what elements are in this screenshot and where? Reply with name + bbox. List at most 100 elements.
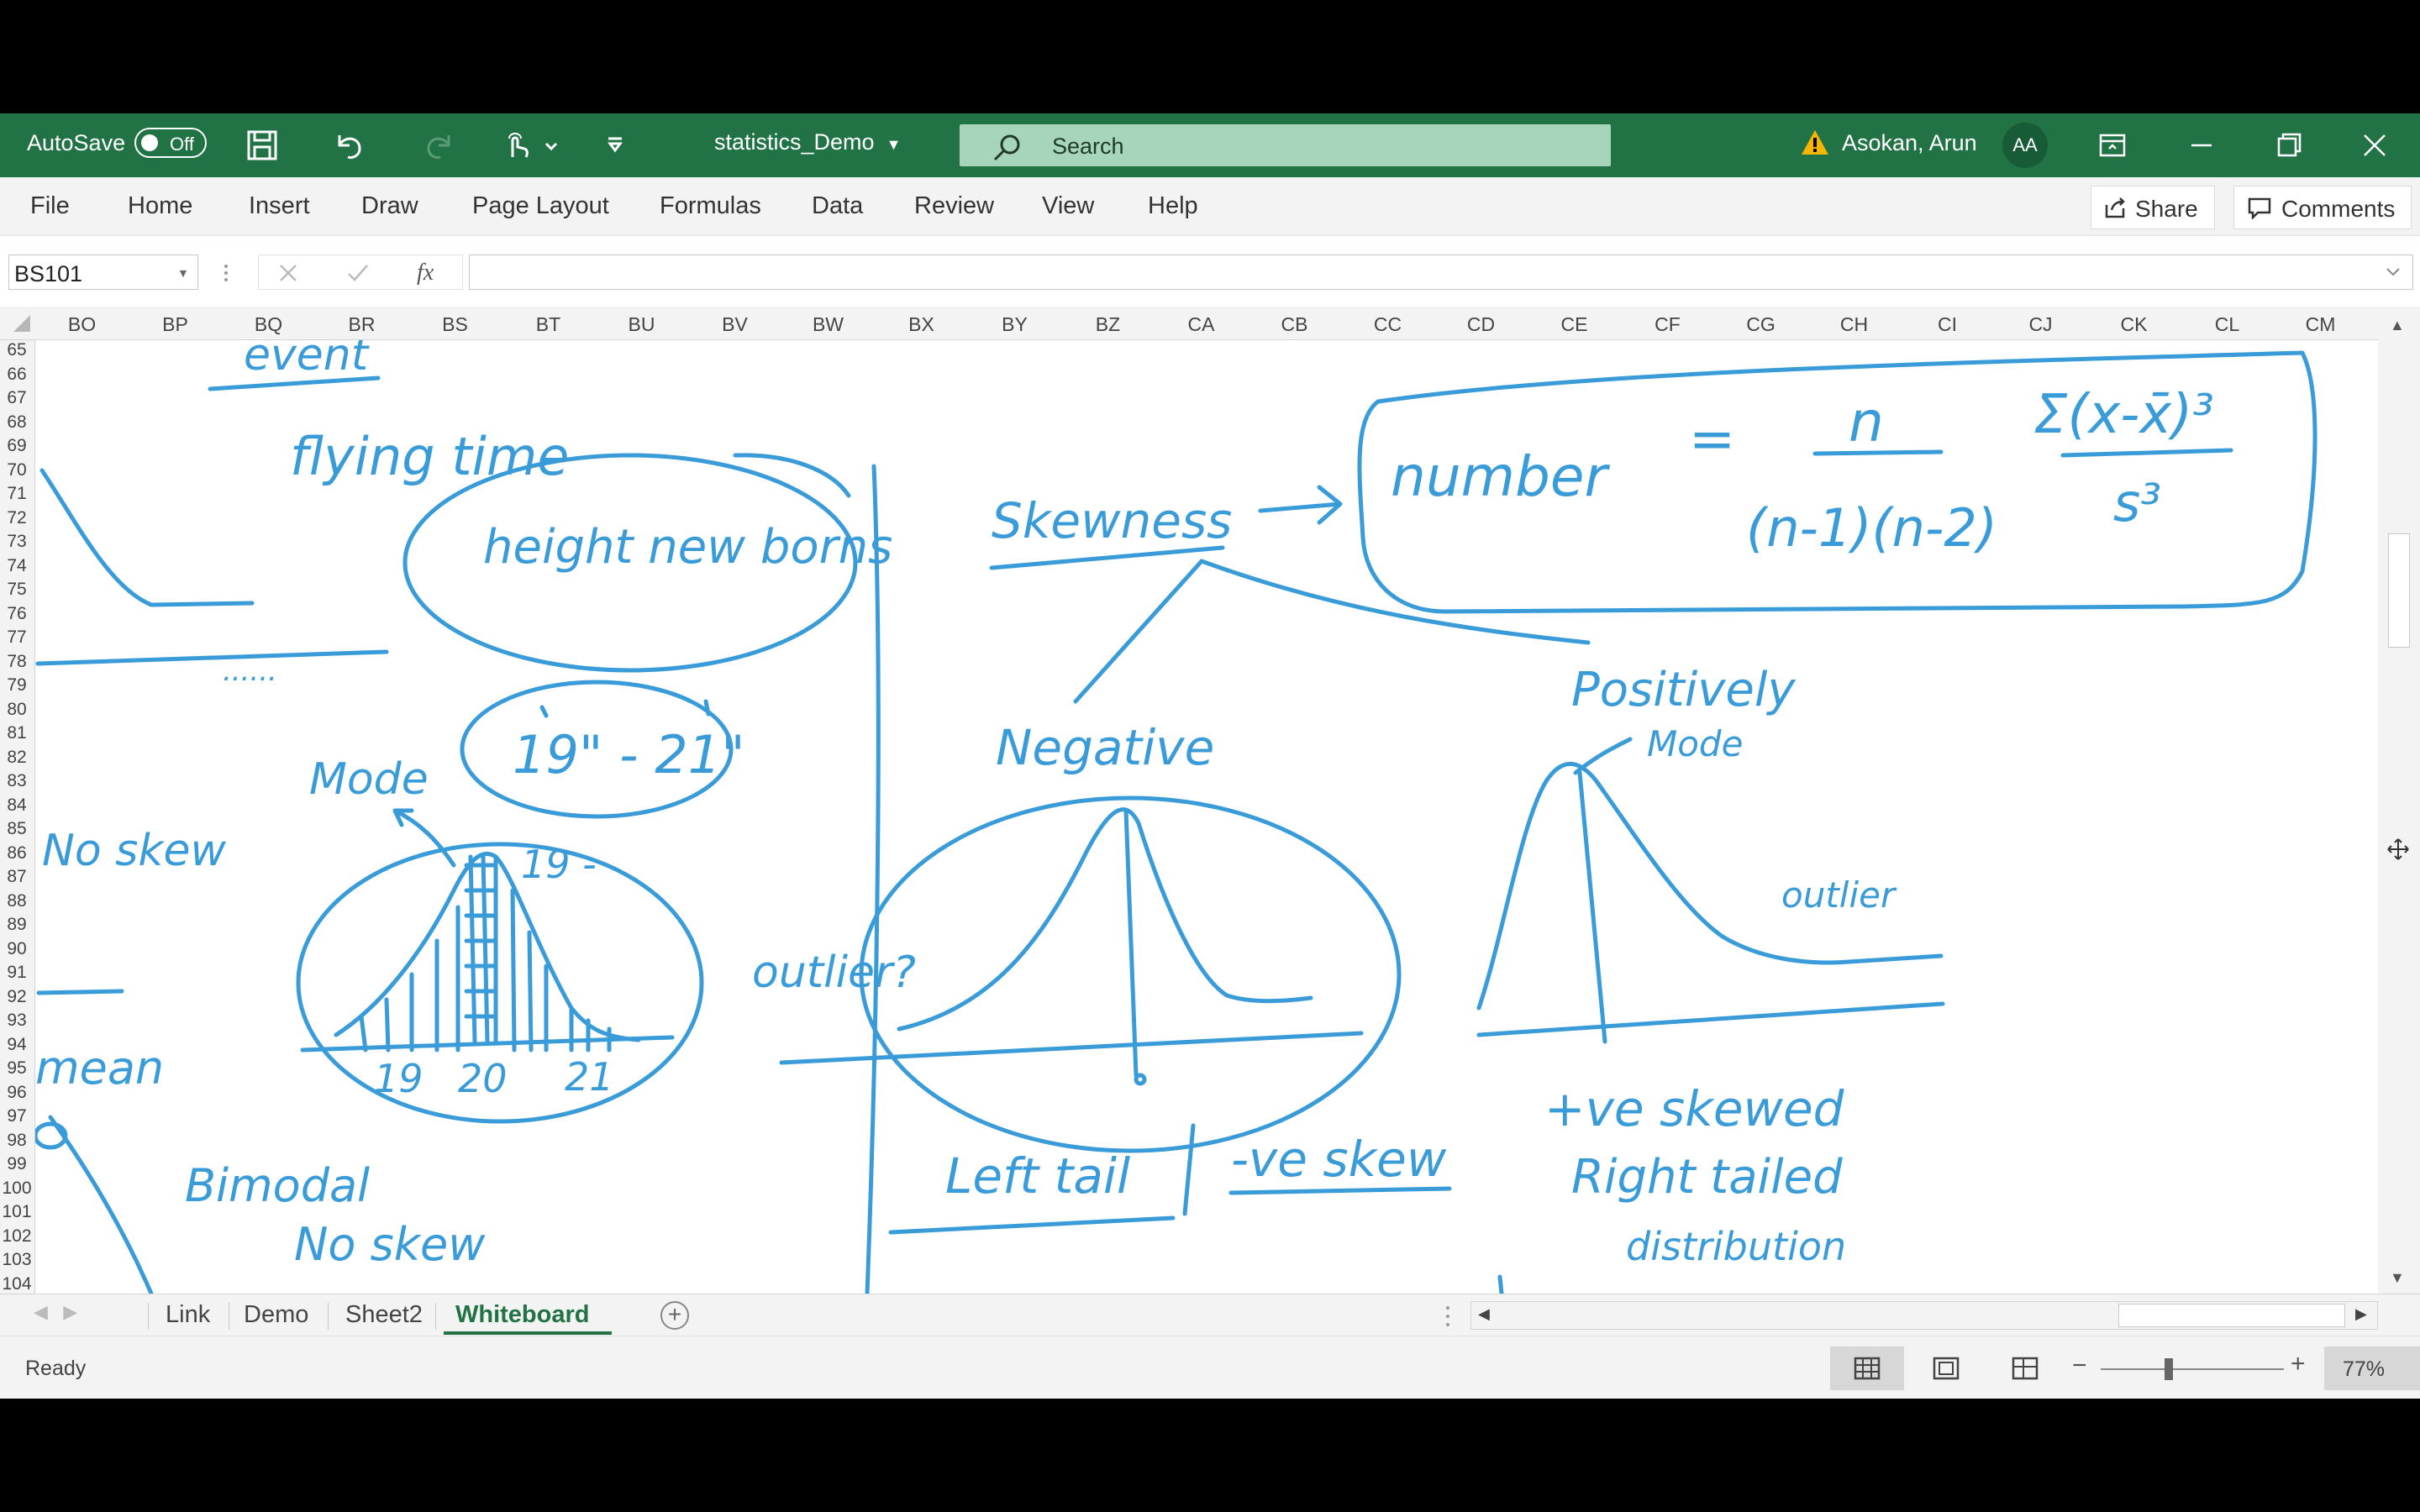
avatar[interactable]: AA bbox=[2002, 123, 2048, 168]
worksheet-canvas[interactable]: event flying time height new borns .....… bbox=[35, 340, 2378, 1294]
sheet-tab-sheet2[interactable]: Sheet2 bbox=[345, 1301, 423, 1329]
horizontal-scroll-thumb[interactable] bbox=[2118, 1304, 2345, 1327]
autosave-toggle[interactable]: Off bbox=[134, 128, 207, 158]
column-header[interactable]: BQ bbox=[222, 313, 315, 336]
search-box[interactable]: Search bbox=[960, 124, 1611, 166]
name-box-dropdown-icon[interactable]: ▼ bbox=[177, 266, 189, 280]
row-header[interactable]: 96 bbox=[0, 1083, 34, 1103]
zoom-slider[interactable] bbox=[2101, 1368, 2284, 1370]
scroll-right-icon[interactable]: ▶ bbox=[2355, 1305, 2367, 1323]
column-header[interactable]: BZ bbox=[1061, 313, 1155, 336]
row-header[interactable]: 99 bbox=[0, 1154, 34, 1174]
column-header[interactable]: BX bbox=[875, 313, 968, 336]
column-header[interactable]: CM bbox=[2274, 313, 2367, 336]
share-button[interactable]: Share bbox=[2091, 186, 2215, 229]
customize-toolbar-icon[interactable] bbox=[598, 129, 632, 162]
tab-page-layout[interactable]: Page Layout bbox=[472, 192, 609, 220]
column-header[interactable]: CE bbox=[1528, 313, 1621, 336]
tab-home[interactable]: Home bbox=[128, 192, 192, 220]
tab-file[interactable]: File bbox=[30, 192, 70, 220]
scroll-left-icon[interactable]: ◀ bbox=[1478, 1305, 1490, 1323]
row-header[interactable]: 70 bbox=[0, 460, 34, 480]
row-header[interactable]: 81 bbox=[0, 723, 34, 743]
vertical-scroll-thumb[interactable] bbox=[2388, 533, 2410, 648]
row-header[interactable]: 83 bbox=[0, 771, 34, 791]
scroll-up-icon[interactable]: ▲ bbox=[2390, 317, 2405, 334]
page-break-view-button[interactable] bbox=[1988, 1347, 2062, 1390]
warning-icon[interactable] bbox=[1801, 129, 1829, 157]
column-header[interactable]: BW bbox=[781, 313, 875, 336]
row-header[interactable]: 91 bbox=[0, 963, 34, 983]
tab-insert[interactable]: Insert bbox=[249, 192, 310, 220]
ribbon-display-icon[interactable] bbox=[2096, 129, 2129, 162]
more-options-icon[interactable] bbox=[222, 263, 230, 283]
close-icon[interactable] bbox=[2358, 129, 2391, 162]
tab-view[interactable]: View bbox=[1042, 192, 1094, 220]
row-header[interactable]: 77 bbox=[0, 627, 34, 648]
row-header[interactable]: 85 bbox=[0, 819, 34, 839]
row-header[interactable]: 76 bbox=[0, 604, 34, 624]
column-header[interactable]: BT bbox=[502, 313, 595, 336]
name-box[interactable]: BS101 ▼ bbox=[8, 255, 198, 290]
row-header[interactable]: 87 bbox=[0, 867, 34, 887]
column-header[interactable]: BO bbox=[35, 313, 129, 336]
normal-view-button[interactable] bbox=[1830, 1347, 1904, 1390]
document-title[interactable]: statistics_Demo ▼ bbox=[714, 129, 901, 155]
column-header[interactable]: BY bbox=[968, 313, 1061, 336]
vertical-scrollbar[interactable]: ▲ ▼ bbox=[2378, 307, 2420, 1294]
column-header[interactable]: CC bbox=[1341, 313, 1434, 336]
enter-icon[interactable] bbox=[346, 262, 370, 284]
add-sheet-icon[interactable]: + bbox=[660, 1301, 689, 1330]
row-header[interactable]: 66 bbox=[0, 365, 34, 385]
column-header[interactable]: BS bbox=[408, 313, 502, 336]
row-header[interactable]: 92 bbox=[0, 987, 34, 1007]
column-header[interactable]: CL bbox=[2181, 313, 2274, 336]
row-header[interactable]: 100 bbox=[0, 1179, 34, 1199]
row-header[interactable]: 97 bbox=[0, 1106, 34, 1126]
zoom-level[interactable]: 77% bbox=[2324, 1347, 2420, 1390]
row-header[interactable]: 102 bbox=[0, 1226, 34, 1247]
row-header[interactable]: 95 bbox=[0, 1058, 34, 1079]
sheet-tab-demo[interactable]: Demo bbox=[244, 1301, 308, 1329]
tab-review[interactable]: Review bbox=[914, 192, 994, 220]
row-header[interactable]: 65 bbox=[0, 340, 34, 360]
restore-icon[interactable] bbox=[2272, 129, 2306, 162]
column-header[interactable]: CJ bbox=[1994, 313, 2087, 336]
tab-help[interactable]: Help bbox=[1148, 192, 1198, 220]
sheet-tab-link[interactable]: Link bbox=[166, 1301, 210, 1329]
row-header[interactable]: 78 bbox=[0, 652, 34, 672]
row-header[interactable]: 80 bbox=[0, 700, 34, 720]
zoom-in-icon[interactable]: + bbox=[2291, 1350, 2306, 1378]
column-header[interactable]: CG bbox=[1714, 313, 1807, 336]
tab-draw[interactable]: Draw bbox=[361, 192, 418, 220]
sheet-tab-whiteboard[interactable]: Whiteboard bbox=[455, 1301, 590, 1329]
page-layout-view-button[interactable] bbox=[1909, 1347, 1983, 1390]
save-icon[interactable] bbox=[245, 129, 279, 162]
row-header[interactable]: 86 bbox=[0, 843, 34, 864]
column-header[interactable]: CH bbox=[1807, 313, 1901, 336]
row-header[interactable]: 98 bbox=[0, 1131, 34, 1151]
cancel-icon[interactable] bbox=[277, 262, 299, 284]
row-header[interactable]: 103 bbox=[0, 1250, 34, 1270]
redo-icon[interactable] bbox=[422, 129, 455, 162]
tab-data[interactable]: Data bbox=[812, 192, 863, 220]
column-header[interactable]: CD bbox=[1434, 313, 1528, 336]
tab-formulas[interactable]: Formulas bbox=[660, 192, 761, 220]
column-header[interactable]: CI bbox=[1901, 313, 1994, 336]
column-header[interactable]: CF bbox=[1621, 313, 1714, 336]
row-header[interactable]: 89 bbox=[0, 915, 34, 935]
tab-splitter-icon[interactable] bbox=[1444, 1305, 1452, 1328]
scroll-down-icon[interactable]: ▼ bbox=[2390, 1269, 2405, 1287]
column-header[interactable]: BV bbox=[688, 313, 781, 336]
expand-formula-bar-icon[interactable] bbox=[2385, 266, 2402, 278]
column-header[interactable]: BR bbox=[315, 313, 408, 336]
column-header[interactable]: CA bbox=[1155, 313, 1248, 336]
comments-button[interactable]: Comments bbox=[2233, 186, 2412, 229]
row-header[interactable]: 104 bbox=[0, 1274, 34, 1294]
touch-mode-icon[interactable] bbox=[501, 129, 534, 162]
undo-icon[interactable] bbox=[333, 129, 366, 162]
row-header[interactable]: 67 bbox=[0, 388, 34, 408]
row-header[interactable]: 94 bbox=[0, 1035, 34, 1055]
row-header[interactable]: 101 bbox=[0, 1202, 34, 1222]
row-header[interactable]: 90 bbox=[0, 939, 34, 959]
